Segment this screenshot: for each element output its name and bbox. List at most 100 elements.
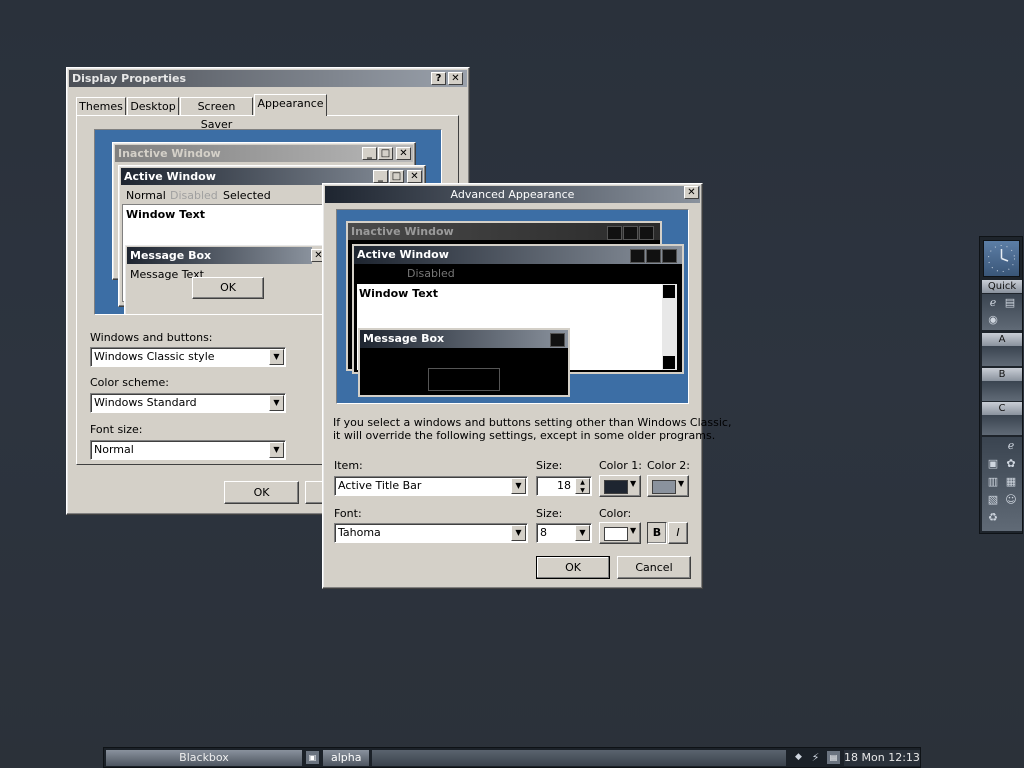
close-button[interactable]: ✕ — [448, 72, 463, 85]
slit-tray: ℯ ▣ ✿ ▥ ▦ ▧ ☺ ♻ — [982, 437, 1022, 531]
bold-toggle[interactable]: B — [647, 522, 667, 544]
color1-label: Color 1: — [599, 459, 642, 472]
clock-widget[interactable] — [983, 240, 1020, 277]
taskbar: Blackbox ▣ alpha ◆ ⚡ ▤ 18 Mon 12:13 — [103, 747, 921, 768]
chevron-down-icon[interactable]: ▼ — [511, 525, 526, 541]
adv-message-box: Message Box — [358, 328, 570, 397]
tab-desktop[interactable]: Desktop — [127, 97, 179, 116]
preview-msgbox-titlebar: Message Box — [127, 247, 312, 264]
ok-button[interactable]: OK — [536, 556, 610, 579]
font-color-picker[interactable]: ▼ — [599, 522, 641, 544]
slit-tab-a[interactable]: A — [982, 333, 1022, 346]
slit-panel-c — [982, 415, 1022, 435]
chevron-down-icon[interactable]: ▼ — [269, 442, 284, 458]
adv-msgbox-titlebar: Message Box — [360, 330, 568, 348]
window-text: Window Text — [126, 208, 206, 221]
tray-window-icon[interactable]: ▤ — [827, 751, 840, 764]
menu-selected: Selected — [223, 189, 271, 202]
scroll-up-icon — [663, 285, 675, 298]
cancel-button[interactable]: Cancel — [617, 556, 691, 579]
color2-swatch — [652, 480, 676, 494]
font-color-swatch — [604, 527, 628, 541]
tab-screen-saver[interactable]: Screen Saver — [180, 97, 253, 131]
tool-icon[interactable]: ▥ — [986, 475, 1000, 489]
font-size-label: Font size: — [90, 423, 143, 436]
display-properties-titlebar[interactable]: Display Properties — [69, 70, 467, 87]
chevron-down-icon: ▼ — [630, 526, 637, 535]
item-select[interactable]: Active Title Bar ▼ — [334, 476, 528, 496]
quick-launch-header[interactable]: Quick — [982, 280, 1022, 293]
maximize-icon: □ — [378, 147, 393, 160]
ie-icon[interactable]: ℯ — [986, 296, 1000, 310]
color2-label: Color 2: — [647, 459, 690, 472]
task-bar-fill — [372, 750, 786, 766]
font-size-select[interactable]: 8 ▼ — [536, 523, 592, 543]
color-scheme-select[interactable]: Windows Standard ▼ — [90, 393, 286, 413]
scroll-icon[interactable]: ▦ — [1004, 475, 1018, 489]
window-text: Window Text — [359, 287, 439, 300]
tab-themes[interactable]: Themes — [76, 97, 126, 116]
preview-ok-button: OK — [192, 277, 264, 299]
chevron-down-icon: ▼ — [678, 479, 685, 488]
slit-panel-b — [982, 381, 1022, 401]
minimize-icon: _ — [373, 170, 388, 183]
font-size-select[interactable]: Normal ▼ — [90, 440, 286, 460]
advanced-titlebar[interactable]: Advanced Appearance — [325, 186, 700, 203]
chevron-down-icon[interactable]: ▼ — [511, 478, 526, 494]
size-label: Size: — [536, 459, 563, 472]
color-scheme-label: Color scheme: — [90, 376, 169, 389]
override-note-2: it will override the following settings,… — [333, 429, 716, 442]
quick-launch-panel: ℯ ▤ ◉ — [982, 294, 1022, 330]
chevron-down-icon[interactable]: ▼ — [269, 395, 284, 411]
font-color-label: Color: — [599, 507, 632, 520]
help-button[interactable]: ? — [431, 72, 446, 85]
scroll-down-icon — [663, 356, 675, 369]
preview-message-box: Message Box ✕ Message Text OK — [124, 244, 331, 314]
network-icon[interactable]: ⚡ — [808, 750, 823, 765]
slit-panel-a — [982, 346, 1022, 366]
note-icon[interactable]: ▧ — [986, 493, 1000, 507]
bag-icon[interactable]: ▣ — [986, 457, 1000, 471]
doc-icon[interactable]: ▤ — [1003, 296, 1017, 310]
spin-arrows-icon[interactable]: ▲ ▼ — [575, 478, 590, 494]
recycle-icon[interactable]: ♻ — [986, 511, 1000, 525]
close-icon — [662, 249, 677, 263]
font-size-label: Size: — [536, 507, 563, 520]
chevron-down-icon[interactable]: ▼ — [575, 525, 590, 541]
people-icon[interactable]: ☺ — [1004, 493, 1018, 507]
window-list-icon[interactable]: ▣ — [306, 751, 319, 764]
slit-dock: Quick ℯ ▤ ◉ A B C ℯ ▣ ✿ ▥ ▦ ▧ ☺ ♻ — [979, 236, 1023, 534]
close-icon — [550, 333, 565, 347]
close-icon: ✕ — [407, 170, 422, 183]
override-note-1: If you select a windows and buttons sett… — [333, 416, 732, 429]
color2-picker[interactable]: ▼ — [647, 475, 689, 497]
color1-picker[interactable]: ▼ — [599, 475, 641, 497]
font-select[interactable]: Tahoma ▼ — [334, 523, 528, 543]
font-label: Font: — [334, 507, 362, 520]
size-spinner[interactable]: 18 ▲ ▼ — [536, 476, 592, 496]
close-icon — [639, 226, 654, 240]
film-icon[interactable]: ✿ — [1004, 457, 1018, 471]
slit-tab-b[interactable]: B — [982, 368, 1022, 381]
clock-icon — [988, 245, 1015, 272]
chevron-down-icon[interactable]: ▼ — [269, 349, 284, 365]
task-button-alpha[interactable]: alpha — [323, 750, 369, 766]
maximize-icon — [646, 249, 661, 263]
ok-button[interactable]: OK — [224, 481, 299, 504]
workspace-label[interactable]: Blackbox — [106, 750, 302, 766]
italic-toggle[interactable]: I — [668, 522, 688, 544]
windows-buttons-label: Windows and buttons: — [90, 331, 213, 344]
windows-buttons-select[interactable]: Windows Classic style ▼ — [90, 347, 286, 367]
ie-icon[interactable]: ℯ — [1004, 439, 1018, 453]
close-button[interactable]: ✕ — [684, 186, 699, 199]
slit-tab-c[interactable]: C — [982, 402, 1022, 415]
media-icon[interactable]: ◉ — [986, 313, 1000, 327]
maximize-icon: □ — [389, 170, 404, 183]
clock[interactable]: 18 Mon 12:13 — [844, 750, 920, 766]
tray-dot-icon[interactable]: ◆ — [792, 751, 805, 764]
tab-appearance[interactable]: Appearance — [254, 94, 327, 116]
scrollbar — [662, 284, 677, 370]
menu-disabled: Disabled — [170, 189, 218, 202]
chevron-down-icon: ▼ — [630, 479, 637, 488]
minimize-icon — [607, 226, 622, 240]
